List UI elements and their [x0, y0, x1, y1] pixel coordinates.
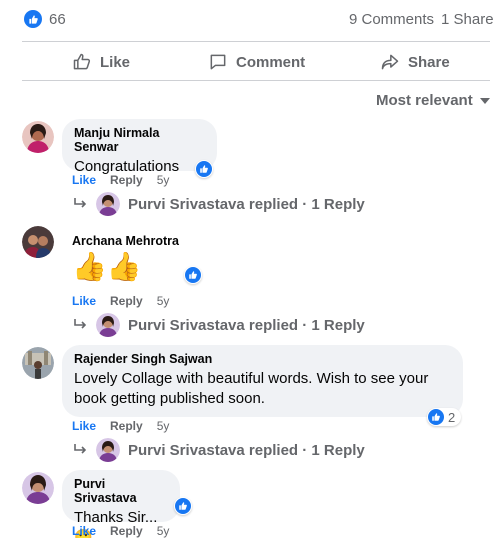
comment-author[interactable]: Rajender Singh Sajwan — [74, 352, 451, 366]
comment-reaction-badge[interactable] — [184, 266, 202, 284]
comment-reply-link[interactable]: Reply — [110, 524, 143, 538]
comment-timestamp[interactable]: 5y — [157, 173, 170, 187]
comment-timestamp[interactable]: 5y — [157, 524, 170, 538]
replies-label: Purvi Srivastava replied · 1 Reply — [128, 441, 365, 459]
shares-count[interactable]: 1 Share — [441, 11, 494, 28]
view-replies[interactable]: Purvi Srivastava replied · 1 Reply — [72, 313, 365, 337]
sort-dropdown[interactable]: Most relevant — [376, 92, 491, 109]
share-button[interactable]: Share — [380, 52, 450, 72]
like-reaction-icon — [428, 409, 444, 425]
comment-reply-link[interactable]: Reply — [110, 419, 143, 433]
divider-actions — [22, 80, 490, 81]
comment-icon — [210, 54, 226, 70]
comment-bubble: Manju Nirmala Senwar Congratulations — [62, 119, 217, 175]
comment-like-link[interactable]: Like — [72, 173, 96, 187]
avatar[interactable] — [22, 121, 54, 153]
replies-label: Purvi Srivastava replied · 1 Reply — [128, 316, 365, 334]
reaction-count[interactable]: 66 — [49, 11, 66, 28]
avatar[interactable] — [22, 472, 54, 504]
comment-actions: Like Reply 5y — [72, 294, 169, 308]
replies-label: Purvi Srivastava replied · 1 Reply — [128, 195, 365, 213]
reply-arrow-icon — [74, 198, 87, 208]
comment-like-link[interactable]: Like — [72, 294, 96, 308]
like-reaction-icon — [196, 161, 212, 177]
comment-button-label: Comment — [236, 53, 306, 71]
sort-label: Most relevant — [376, 92, 473, 109]
comment-like-link[interactable]: Like — [72, 419, 96, 433]
share-button-label: Share — [408, 53, 450, 71]
reply-arrow-icon — [74, 319, 87, 329]
share-icon — [381, 54, 399, 70]
reply-arrow-icon — [74, 444, 87, 454]
like-button-label: Like — [100, 53, 131, 71]
comment-reaction-badge[interactable] — [195, 160, 213, 178]
comment-like-link[interactable]: Like — [72, 524, 96, 538]
thumbs-up-icon — [73, 53, 91, 70]
comment-bubble: Rajender Singh Sajwan Lovely Collage wit… — [62, 345, 463, 417]
reply-avatar — [96, 313, 120, 337]
comment-author[interactable]: Archana Mehrotra — [72, 234, 179, 248]
comment-reaction-badge[interactable] — [174, 497, 192, 515]
reply-avatar — [96, 192, 120, 216]
comment-reaction-badge[interactable]: 2 — [427, 408, 462, 426]
comment-bubble: Purvi Srivastava Thanks Sir... 🙂 — [62, 470, 180, 538]
view-replies[interactable]: Purvi Srivastava replied · 1 Reply — [72, 438, 365, 462]
comment-actions: Like Reply 5y — [72, 419, 169, 433]
like-button[interactable]: Like — [72, 52, 130, 72]
like-reaction-icon[interactable] — [24, 10, 42, 28]
comments-count[interactable]: 9 Comments — [349, 11, 434, 28]
avatar[interactable] — [22, 226, 54, 258]
comment-timestamp[interactable]: 5y — [157, 294, 170, 308]
comment-reply-link[interactable]: Reply — [110, 294, 143, 308]
divider-top — [22, 41, 490, 42]
comment-text: 👍👍 — [72, 251, 142, 282]
comment-reply-link[interactable]: Reply — [110, 173, 143, 187]
like-reaction-icon — [185, 267, 201, 283]
comment-text: Lovely Collage with beautiful words. Wis… — [74, 370, 429, 407]
reply-avatar — [96, 438, 120, 462]
comment-actions: Like Reply 5y — [72, 173, 169, 187]
comment-author[interactable]: Purvi Srivastava — [74, 477, 168, 505]
like-reaction-icon — [175, 498, 191, 514]
caret-down-icon — [479, 97, 490, 104]
comment-author[interactable]: Manju Nirmala Senwar — [74, 126, 205, 154]
comment-reaction-count: 2 — [448, 409, 456, 425]
comment-timestamp[interactable]: 5y — [157, 419, 170, 433]
avatar[interactable] — [22, 347, 54, 379]
comment-button[interactable]: Comment — [208, 52, 305, 72]
view-replies[interactable]: Purvi Srivastava replied · 1 Reply — [72, 192, 365, 216]
comment-actions: Like Reply 5y — [72, 524, 169, 538]
